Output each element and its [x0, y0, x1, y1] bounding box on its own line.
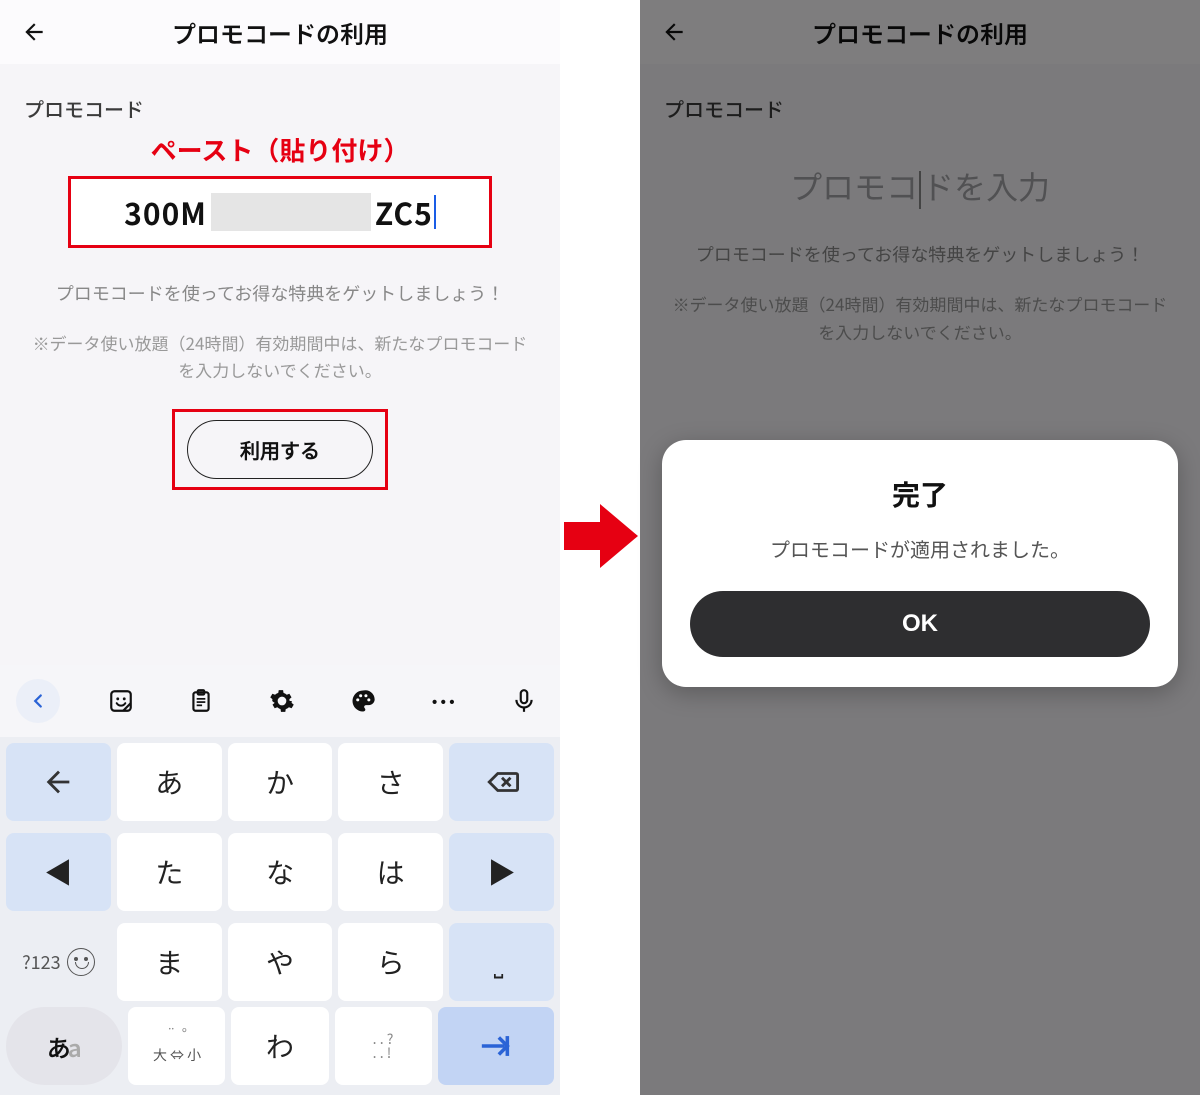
note-text: ※データ使い放題（24時間）有効期間中は、新たなプロモコードを入力しないでくださ… — [0, 329, 560, 383]
header: プロモコードの利用 — [0, 0, 560, 64]
back-icon[interactable] — [20, 18, 48, 46]
key-a[interactable]: あ — [117, 743, 222, 821]
phone-left: プロモコードの利用 プロモコード ペースト（貼り付け） 300M ZC5 プロモ… — [0, 0, 560, 1095]
popup-title: 完了 — [690, 474, 1150, 514]
key-ka[interactable]: か — [228, 743, 333, 821]
sticker-icon[interactable] — [101, 681, 141, 721]
key-punct[interactable]: . . ?. . ! — [335, 1007, 432, 1085]
paste-annotation: ペースト（貼り付け） — [0, 131, 560, 168]
promo-code-input[interactable]: 300M ZC5 — [68, 176, 492, 248]
key-ra[interactable]: ら — [338, 923, 443, 1001]
key-ya[interactable]: や — [228, 923, 333, 1001]
mic-icon[interactable] — [504, 681, 544, 721]
code-mask — [211, 193, 371, 231]
popup-message: プロモコードが適用されました。 — [690, 534, 1150, 563]
keyboard-toolbar: … — [0, 665, 560, 737]
keyboard: … あ か さ ◀ た な は ▶ ?123 — [0, 665, 560, 1095]
key-left-arrow[interactable] — [6, 743, 111, 821]
key-size[interactable]: ¨ ° 大 ⇔ 小 — [128, 1007, 225, 1085]
apply-button[interactable]: 利用する — [187, 420, 373, 479]
key-space[interactable]: ⎵ — [449, 923, 554, 1001]
key-wa[interactable]: わ — [231, 1007, 328, 1085]
code-prefix: 300M — [124, 190, 207, 234]
key-cursor-left[interactable]: ◀ — [6, 833, 111, 911]
ok-button[interactable]: OK — [690, 591, 1150, 657]
arrow-right-icon — [564, 500, 638, 572]
key-submit[interactable] — [438, 1007, 554, 1085]
keyboard-row-4: あa ¨ ° 大 ⇔ 小 わ . . ?. . ! — [0, 1007, 560, 1095]
palette-icon[interactable] — [343, 681, 383, 721]
section-label: プロモコード — [0, 64, 560, 123]
key-ha[interactable]: は — [338, 833, 443, 911]
key-language[interactable]: あa — [6, 1007, 122, 1085]
page-title: プロモコードの利用 — [48, 15, 512, 50]
clipboard-icon[interactable] — [181, 681, 221, 721]
key-symbols[interactable]: ?123 — [6, 923, 111, 1001]
apply-highlight: 利用する — [172, 409, 388, 490]
keyboard-row-2: ◀ た な は ▶ — [0, 827, 560, 917]
phone-right: プロモコードの利用 プロモコード プロモコドを入力 プロモコードを使ってお得な特… — [640, 0, 1200, 1095]
more-icon[interactable]: … — [423, 681, 463, 721]
completion-popup: 完了 プロモコードが適用されました。 OK — [662, 440, 1178, 687]
key-sa[interactable]: さ — [338, 743, 443, 821]
tips-text: プロモコードを使ってお得な特典をゲットしましょう！ — [0, 280, 560, 307]
key-cursor-right[interactable]: ▶ — [449, 833, 554, 911]
key-ma[interactable]: ま — [117, 923, 222, 1001]
keyboard-row-3: ?123 ま や ら ⎵ — [0, 917, 560, 1007]
key-ta[interactable]: た — [117, 833, 222, 911]
code-suffix: ZC5 — [375, 190, 433, 234]
key-na[interactable]: な — [228, 833, 333, 911]
key-backspace[interactable] — [449, 743, 554, 821]
gear-icon[interactable] — [262, 681, 302, 721]
text-cursor — [434, 195, 436, 229]
chevron-left-icon[interactable] — [16, 679, 60, 723]
keyboard-row-1: あ か さ — [0, 737, 560, 827]
